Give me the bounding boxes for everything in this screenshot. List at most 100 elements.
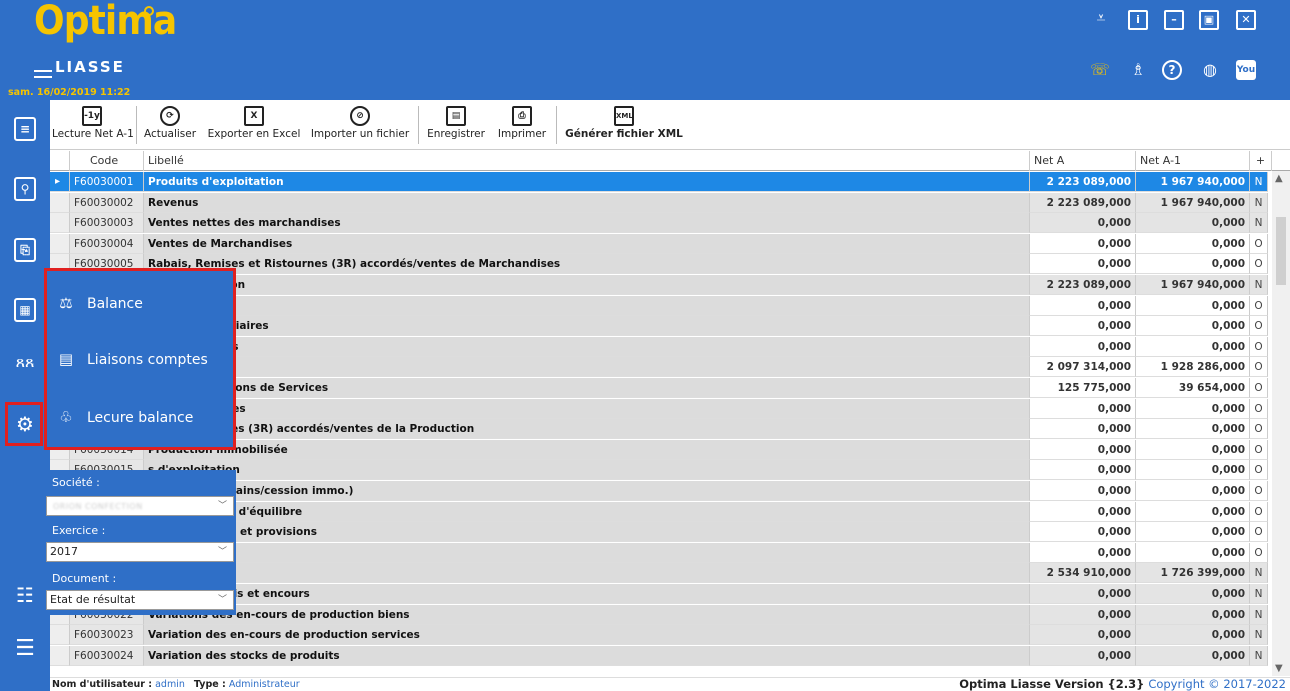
vertical-scrollbar[interactable]: ▲ ▼	[1272, 171, 1290, 676]
cell-libelle[interactable]: de la production	[144, 275, 1030, 295]
generate-xml-button[interactable]: XML Générer fichier XML	[560, 100, 688, 148]
cell-libelle[interactable]: Produits d'exploitation	[144, 172, 1030, 192]
table-row[interactable]: F60030023 Variation des en-cours de produ…	[50, 625, 1290, 646]
cell-libelle[interactable]: exploitation et d'équilibre	[144, 501, 1030, 522]
row-selector[interactable]	[50, 233, 70, 254]
cell-net-a[interactable]: 0,000	[1030, 604, 1136, 625]
cell-net-a[interactable]: 0,000	[1030, 481, 1136, 501]
cell-net-a1[interactable]: 1 726 399,000	[1136, 563, 1250, 584]
cell-flag[interactable]: O	[1250, 233, 1268, 254]
column-header-net-a1[interactable]: Net A-1	[1136, 151, 1250, 171]
cell-net-a[interactable]: 0,000	[1030, 213, 1136, 234]
table-row[interactable]: F60030014Production immobilisée0,0000,00…	[50, 439, 1290, 460]
cell-net-a1[interactable]: 0,000	[1136, 522, 1250, 543]
users-settings-icon[interactable]: ♗	[1128, 60, 1148, 80]
table-row[interactable]: F60030008duits Intermédiaires0,0000,000O	[50, 316, 1290, 337]
cell-libelle[interactable]: s ordin.(sans gains/cession immo.)	[144, 481, 1030, 501]
table-row[interactable]: F60030024 Variation des stocks de produit…	[50, 645, 1290, 666]
users-icon[interactable]: ጸጸ	[10, 347, 40, 377]
export-excel-button[interactable]: X Exporter en Excel	[204, 100, 304, 148]
table-row[interactable]: F60030004 Ventes de Marchandises 0,000 0,00…	[50, 233, 1290, 254]
cell-net-a1[interactable]: 0,000	[1136, 398, 1250, 419]
cell-code[interactable]: F60030023	[70, 625, 144, 646]
hamburger-menu-icon[interactable]: ☰	[10, 634, 40, 664]
cell-flag[interactable]: N	[1250, 275, 1268, 295]
table-row[interactable]: F60030017exploitation et d'équilibre0,00…	[50, 501, 1290, 522]
cell-libelle[interactable]: Variation des stocks de produits	[144, 645, 1030, 666]
cell-flag[interactable]: N	[1250, 192, 1268, 213]
cell-libelle[interactable]: Ventes nettes des marchandises	[144, 213, 1030, 234]
cell-code[interactable]: F60030001	[70, 172, 144, 192]
row-selector[interactable]	[50, 213, 70, 234]
cell-code[interactable]: F60030024	[70, 645, 144, 666]
column-header-plus[interactable]: +	[1250, 151, 1272, 171]
cell-flag[interactable]: O	[1250, 501, 1268, 522]
cell-flag[interactable]: O	[1250, 542, 1268, 563]
cell-net-a1[interactable]: 0,000	[1136, 254, 1250, 275]
row-selector[interactable]	[50, 192, 70, 213]
scroll-up-icon[interactable]: ▲	[1275, 173, 1283, 184]
cell-libelle[interactable]: mortissements et provisions	[144, 522, 1030, 543]
help-icon[interactable]: ?	[1162, 60, 1182, 80]
cell-libelle[interactable]: Rabais, Remises et Ristournes (3R) accor…	[144, 254, 1030, 275]
exercice-select[interactable]: 2017 ﹀	[46, 542, 234, 562]
settings-icon[interactable]: ⚙	[10, 409, 40, 439]
print-button[interactable]: ⎙ Imprimer	[492, 100, 552, 148]
cell-libelle[interactable]: ks produits finis et encours	[144, 584, 1030, 604]
cell-libelle[interactable]: duits Résiduels	[144, 336, 1030, 357]
cell-net-a1[interactable]: 1 967 940,000	[1136, 172, 1250, 192]
cell-net-a[interactable]: 0,000	[1030, 542, 1136, 563]
cell-net-a[interactable]: 2 223 089,000	[1030, 172, 1136, 192]
table-row[interactable]: F60030022Variations des en-cours de prod…	[50, 604, 1290, 625]
cell-net-a1[interactable]: 0,000	[1136, 295, 1250, 316]
cell-code[interactable]: F60030004	[70, 233, 144, 254]
cell-libelle[interactable]: des et Prestations de Services	[144, 378, 1030, 398]
cell-net-a[interactable]: 0,000	[1030, 336, 1136, 357]
presentation-icon[interactable]: ⚲	[14, 177, 36, 201]
cell-code[interactable]: F60030002	[70, 192, 144, 213]
tasks-list-icon[interactable]: ☷	[10, 580, 40, 610]
societe-select[interactable]: ORION CONFECTION ﹀	[46, 496, 234, 516]
import-file-button[interactable]: ⊘ Importer un fichier	[306, 100, 414, 148]
table-row[interactable]: F60030015s d'exploitation0,0000,000O	[50, 460, 1290, 481]
cell-net-a[interactable]: 0,000	[1030, 645, 1136, 666]
menu-item-lecure-balance[interactable]: ♧ Lecure balance	[55, 402, 230, 432]
cell-libelle[interactable]: duits Intermédiaires	[144, 316, 1030, 337]
cell-flag[interactable]: O	[1250, 419, 1268, 440]
table-row[interactable]: F60030005 Rabais, Remises et Ristournes (…	[50, 254, 1290, 275]
cell-net-a1[interactable]: 0,000	[1136, 604, 1250, 625]
cell-libelle[interactable]: es et Ristournes (3R) accordés/ventes de…	[144, 419, 1030, 440]
cell-code[interactable]: F60030003	[70, 213, 144, 234]
table-row[interactable]: F60030019harges0,0000,000O	[50, 542, 1290, 563]
cell-flag[interactable]: O	[1250, 316, 1268, 337]
cell-flag[interactable]: N	[1250, 213, 1268, 234]
menu-item-liaisons-comptes[interactable]: ▤ Liaisons comptes	[55, 344, 230, 374]
cell-libelle[interactable]: ctivités Annexes	[144, 398, 1030, 419]
info-icon[interactable]: i	[1128, 10, 1148, 30]
cell-libelle[interactable]: Variation des en-cours de production ser…	[144, 625, 1030, 646]
row-selector[interactable]	[50, 625, 70, 646]
cell-libelle[interactable]: vaux	[144, 357, 1030, 378]
cell-flag[interactable]: O	[1250, 295, 1268, 316]
cell-net-a[interactable]: 0,000	[1030, 439, 1136, 460]
cell-net-a1[interactable]: 0,000	[1136, 439, 1250, 460]
table-row[interactable]: F60030018mortissements et provisions0,00…	[50, 522, 1290, 543]
cell-net-a[interactable]: 2 223 089,000	[1030, 275, 1136, 295]
column-header-code[interactable]: Code	[70, 151, 144, 171]
cell-net-a[interactable]: 2 097 314,000	[1030, 357, 1136, 378]
table-row[interactable]: F60030003 Ventes nettes des marchandises 0…	[50, 213, 1290, 234]
copy-document-icon[interactable]: ⎘	[14, 238, 36, 262]
cell-libelle[interactable]: Variations des en-cours de production bi…	[144, 604, 1030, 625]
cell-net-a1[interactable]: 1 967 940,000	[1136, 275, 1250, 295]
cell-net-a1[interactable]: 1 928 286,000	[1136, 357, 1250, 378]
column-header-net-a[interactable]: Net A	[1030, 151, 1136, 171]
scroll-down-icon[interactable]: ▼	[1275, 663, 1283, 674]
cell-net-a1[interactable]: 0,000	[1136, 233, 1250, 254]
cell-flag[interactable]: N	[1250, 563, 1268, 584]
document-list-icon[interactable]: ≡	[14, 117, 36, 141]
cell-net-a[interactable]: 2 223 089,000	[1030, 192, 1136, 213]
cell-libelle[interactable]: duits Finis	[144, 295, 1030, 316]
table-row[interactable]: F60030006de la production2 223 089,0001 …	[50, 275, 1290, 295]
column-header-libelle[interactable]: Libellé	[144, 151, 1030, 171]
cell-net-a1[interactable]: 39 654,000	[1136, 378, 1250, 398]
